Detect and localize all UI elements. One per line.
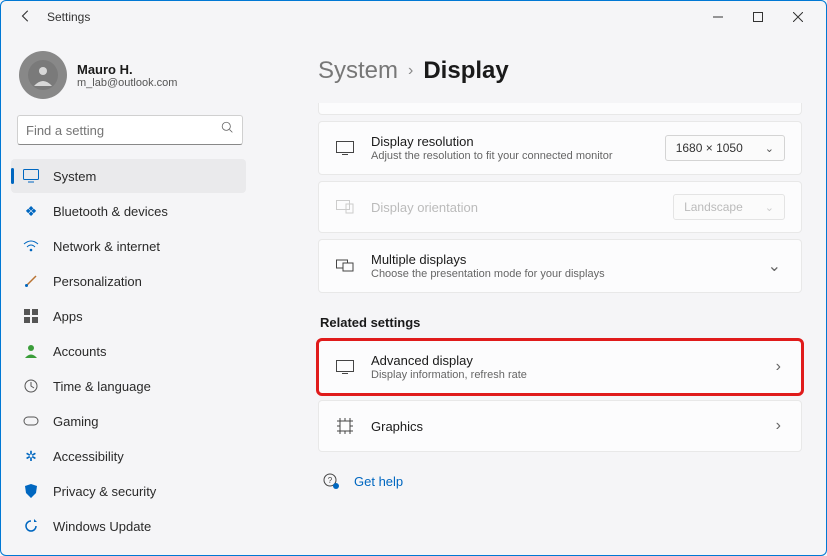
get-help-link[interactable]: Get help xyxy=(354,474,403,489)
profile-block[interactable]: Mauro H. m_lab@outlook.com xyxy=(11,47,246,115)
chevron-right-icon[interactable]: › xyxy=(772,358,785,376)
gaming-icon xyxy=(23,413,39,429)
sidebar-item-accessibility[interactable]: ✲ Accessibility xyxy=(11,439,246,473)
sidebar-item-privacy[interactable]: Privacy & security xyxy=(11,474,246,508)
help-icon: ? xyxy=(322,472,340,490)
card-title: Advanced display xyxy=(371,353,756,368)
sidebar-item-gaming[interactable]: Gaming xyxy=(11,404,246,438)
wifi-icon xyxy=(23,238,39,254)
card-title: Display resolution xyxy=(371,134,649,149)
card-multiple-displays[interactable]: Multiple displays Choose the presentatio… xyxy=(318,239,802,293)
titlebar: Settings xyxy=(1,1,826,33)
sidebar-item-system[interactable]: System xyxy=(11,159,246,193)
card-subtitle: Display information, refresh rate xyxy=(371,369,756,381)
main-content: System › Display Display resolution Adju… xyxy=(266,45,826,555)
back-button[interactable] xyxy=(19,9,35,25)
sidebar-item-label: Windows Update xyxy=(53,519,151,534)
sidebar-item-personalization[interactable]: Personalization xyxy=(11,264,246,298)
sidebar-item-label: Network & internet xyxy=(53,239,160,254)
accessibility-icon: ✲ xyxy=(23,448,39,464)
sidebar-item-apps[interactable]: Apps xyxy=(11,299,246,333)
profile-name: Mauro H. xyxy=(77,62,177,77)
dropdown-value: Landscape xyxy=(684,200,743,214)
nav-list: System ❖ Bluetooth & devices Network & i… xyxy=(11,159,246,543)
resolution-dropdown[interactable]: 1680 × 1050 ⌄ xyxy=(665,135,785,161)
system-icon xyxy=(23,168,39,184)
chevron-down-icon: ⌄ xyxy=(765,201,774,214)
help-row: ? Get help xyxy=(318,472,802,490)
update-icon xyxy=(23,518,39,534)
card-title: Multiple displays xyxy=(371,252,748,267)
chevron-right-icon: › xyxy=(408,62,413,80)
card-subtitle: Choose the presentation mode for your di… xyxy=(371,268,748,280)
orientation-dropdown: Landscape ⌄ xyxy=(673,194,785,220)
sidebar-item-label: Gaming xyxy=(53,414,99,429)
card-partial-above xyxy=(318,103,802,115)
breadcrumb: System › Display xyxy=(318,57,802,85)
related-settings-label: Related settings xyxy=(320,315,802,330)
sidebar-item-label: Privacy & security xyxy=(53,484,156,499)
person-icon xyxy=(23,343,39,359)
resolution-icon xyxy=(335,138,355,158)
sidebar-item-time[interactable]: Time & language xyxy=(11,369,246,403)
breadcrumb-parent[interactable]: System xyxy=(318,57,398,85)
dropdown-value: 1680 × 1050 xyxy=(676,141,743,155)
svg-text:?: ? xyxy=(328,476,333,485)
search-icon xyxy=(221,121,234,139)
shield-icon xyxy=(23,483,39,499)
sidebar-item-label: Bluetooth & devices xyxy=(53,204,168,219)
card-title: Graphics xyxy=(371,419,756,434)
card-subtitle: Adjust the resolution to fit your connec… xyxy=(371,150,649,162)
close-button[interactable] xyxy=(778,3,818,31)
avatar xyxy=(19,51,67,99)
sidebar-item-label: Accessibility xyxy=(53,449,124,464)
card-title: Display orientation xyxy=(371,200,657,215)
window-title: Settings xyxy=(47,10,90,24)
sidebar-item-accounts[interactable]: Accounts xyxy=(11,334,246,368)
card-advanced-display[interactable]: Advanced display Display information, re… xyxy=(318,340,802,394)
brush-icon xyxy=(23,273,39,289)
graphics-icon xyxy=(335,416,355,436)
multiple-displays-icon xyxy=(335,256,355,276)
orientation-icon xyxy=(335,197,355,217)
monitor-icon xyxy=(335,357,355,377)
chevron-down-icon[interactable]: ⌄ xyxy=(764,256,785,276)
clock-icon xyxy=(23,378,39,394)
sidebar: Mauro H. m_lab@outlook.com System ❖ Blue… xyxy=(1,41,256,553)
card-display-resolution[interactable]: Display resolution Adjust the resolution… xyxy=(318,121,802,175)
sidebar-item-label: Accounts xyxy=(53,344,106,359)
sidebar-item-label: Personalization xyxy=(53,274,142,289)
sidebar-item-label: Time & language xyxy=(53,379,151,394)
maximize-button[interactable] xyxy=(738,3,778,31)
bluetooth-icon: ❖ xyxy=(23,203,39,219)
card-graphics[interactable]: Graphics › xyxy=(318,400,802,452)
profile-email: m_lab@outlook.com xyxy=(77,77,177,89)
search-box[interactable] xyxy=(17,115,243,145)
search-input[interactable] xyxy=(26,123,221,138)
chevron-right-icon[interactable]: › xyxy=(772,417,785,435)
sidebar-item-bluetooth[interactable]: ❖ Bluetooth & devices xyxy=(11,194,246,228)
apps-icon xyxy=(23,308,39,324)
sidebar-item-network[interactable]: Network & internet xyxy=(11,229,246,263)
minimize-button[interactable] xyxy=(698,3,738,31)
sidebar-item-label: System xyxy=(53,169,96,184)
sidebar-item-update[interactable]: Windows Update xyxy=(11,509,246,543)
sidebar-item-label: Apps xyxy=(53,309,83,324)
breadcrumb-current: Display xyxy=(423,57,508,85)
card-display-orientation: Display orientation Landscape ⌄ xyxy=(318,181,802,233)
chevron-down-icon: ⌄ xyxy=(765,142,774,155)
